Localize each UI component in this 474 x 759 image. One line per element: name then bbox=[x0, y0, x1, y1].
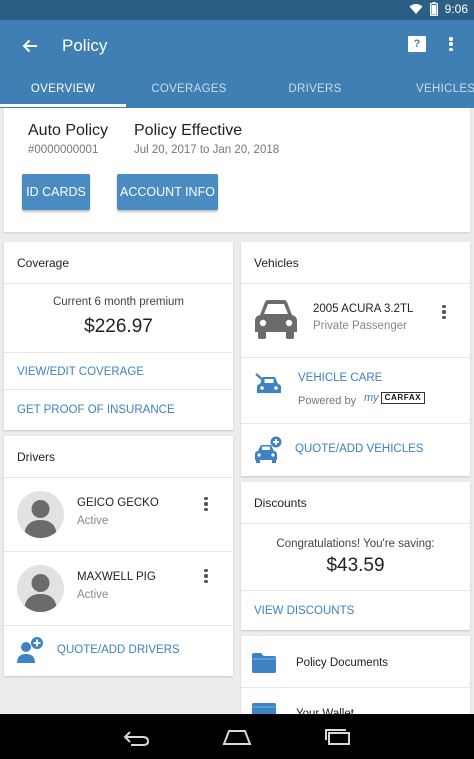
policy-summary-card: Auto Policy #0000000001 Policy Effective… bbox=[4, 108, 470, 232]
more-vert-icon[interactable] bbox=[201, 496, 211, 512]
driver-name: GEICO GECKO bbox=[77, 497, 159, 509]
quote-add-drivers-label: QUOTE/ADD DRIVERS bbox=[57, 644, 180, 656]
discounts-header: Discounts bbox=[241, 482, 470, 524]
premium-label: Current 6 month premium bbox=[52, 296, 185, 308]
vehicle-care-row[interactable]: VEHICLE CARE Powered by my CARFAX bbox=[241, 358, 470, 424]
tab-coverages[interactable]: COVERAGES bbox=[126, 74, 252, 108]
driver-name: MAXWELL PIG bbox=[77, 571, 156, 583]
coverage-header: Coverage bbox=[4, 242, 233, 284]
drivers-header: Drivers bbox=[4, 436, 233, 478]
back-button[interactable] bbox=[18, 34, 42, 58]
carfax-my: my bbox=[364, 392, 379, 404]
help-icon[interactable]: ? bbox=[408, 36, 426, 52]
account-info-button[interactable]: ACCOUNT INFO bbox=[117, 174, 218, 210]
nav-back-button[interactable] bbox=[121, 726, 151, 748]
discount-congrats-text: Congratulations! You're saving: bbox=[276, 538, 435, 550]
status-icons: 9:06 bbox=[409, 2, 468, 16]
discounts-card: Discounts Congratulations! You're saving… bbox=[241, 482, 470, 630]
arrow-left-icon bbox=[22, 39, 37, 53]
page-title: Policy bbox=[62, 36, 108, 55]
proof-of-insurance-link[interactable]: GET PROOF OF INSURANCE bbox=[4, 390, 233, 430]
nav-recents-button[interactable] bbox=[323, 726, 353, 748]
car-add-icon bbox=[255, 436, 282, 463]
tab-drivers[interactable]: DRIVERS bbox=[252, 74, 378, 108]
powered-by-label: Powered by bbox=[298, 395, 357, 407]
folder-icon bbox=[252, 653, 276, 673]
policy-documents-label: Policy Documents bbox=[296, 657, 389, 669]
avatar bbox=[17, 565, 64, 612]
app-bar: Policy ? OVERVIEW COVERAGES DRIVERS VEHI… bbox=[0, 20, 474, 108]
tab-vehicles[interactable]: VEHICLES bbox=[400, 74, 474, 108]
tab-overview[interactable]: OVERVIEW bbox=[0, 74, 126, 108]
tab-indicator bbox=[0, 104, 126, 107]
documents-card: Policy Documents Your Wallet bbox=[241, 636, 470, 720]
avatar bbox=[17, 491, 64, 538]
status-time: 9:06 bbox=[444, 2, 468, 16]
status-bar: 9:06 bbox=[0, 0, 474, 20]
policy-effective-dates: Jul 20, 2017 to Jan 20, 2018 bbox=[134, 144, 280, 156]
driver-row[interactable]: GEICO GECKO Active bbox=[4, 478, 233, 552]
vehicle-care-label: VEHICLE CARE bbox=[298, 372, 383, 384]
vehicles-card: Vehicles 2005 ACURA 3.2TL Private Passen… bbox=[241, 242, 470, 476]
system-nav-bar bbox=[0, 714, 474, 759]
person-icon bbox=[24, 574, 57, 612]
vehicle-row[interactable]: 2005 ACURA 3.2TL Private Passenger bbox=[241, 284, 470, 358]
quote-add-vehicles-label: QUOTE/ADD VEHICLES bbox=[295, 443, 424, 455]
policy-effective-title: Policy Effective bbox=[134, 122, 243, 139]
more-vert-icon[interactable] bbox=[446, 34, 456, 54]
recents-icon bbox=[325, 729, 350, 745]
car-icon bbox=[255, 300, 297, 339]
person-add-icon bbox=[17, 637, 43, 663]
wifi-icon bbox=[409, 4, 423, 14]
driver-status: Active bbox=[77, 515, 109, 527]
tab-bar: OVERVIEW COVERAGES DRIVERS VEHICLES bbox=[0, 74, 474, 108]
vehicle-use: Private Passenger bbox=[313, 320, 407, 332]
policy-name: Auto Policy bbox=[28, 122, 109, 139]
driver-status: Active bbox=[77, 589, 109, 601]
more-vert-icon[interactable] bbox=[439, 304, 449, 320]
coverage-card: Coverage Current 6 month premium $226.97… bbox=[4, 242, 233, 430]
discount-amount: $43.59 bbox=[326, 555, 385, 576]
more-vert-icon[interactable] bbox=[201, 568, 211, 584]
back-arrow-icon bbox=[123, 731, 150, 746]
vehicles-header: Vehicles bbox=[241, 242, 470, 284]
policy-number: #0000000001 bbox=[28, 144, 99, 156]
battery-icon bbox=[429, 2, 438, 16]
car-repair-icon bbox=[255, 373, 281, 393]
home-icon bbox=[222, 730, 252, 745]
policy-documents-row[interactable]: Policy Documents bbox=[241, 636, 470, 688]
person-icon bbox=[24, 500, 57, 538]
vehicle-name: 2005 ACURA 3.2TL bbox=[313, 303, 414, 315]
id-cards-button[interactable]: ID CARDS bbox=[22, 174, 90, 210]
driver-row[interactable]: MAXWELL PIG Active bbox=[4, 552, 233, 626]
quote-add-drivers-button[interactable]: QUOTE/ADD DRIVERS bbox=[4, 626, 233, 676]
view-discounts-link[interactable]: VIEW DISCOUNTS bbox=[241, 590, 470, 630]
view-edit-coverage-link[interactable]: VIEW/EDIT COVERAGE bbox=[4, 352, 233, 390]
carfax-brand: CARFAX bbox=[380, 392, 426, 404]
drivers-card: Drivers GEICO GECKO Active MAXWELL PIG A… bbox=[4, 436, 233, 676]
nav-home-button[interactable] bbox=[222, 726, 252, 748]
premium-value: $226.97 bbox=[84, 316, 153, 337]
carfax-logo: my CARFAX bbox=[364, 392, 426, 404]
quote-add-vehicles-button[interactable]: QUOTE/ADD VEHICLES bbox=[241, 424, 470, 476]
